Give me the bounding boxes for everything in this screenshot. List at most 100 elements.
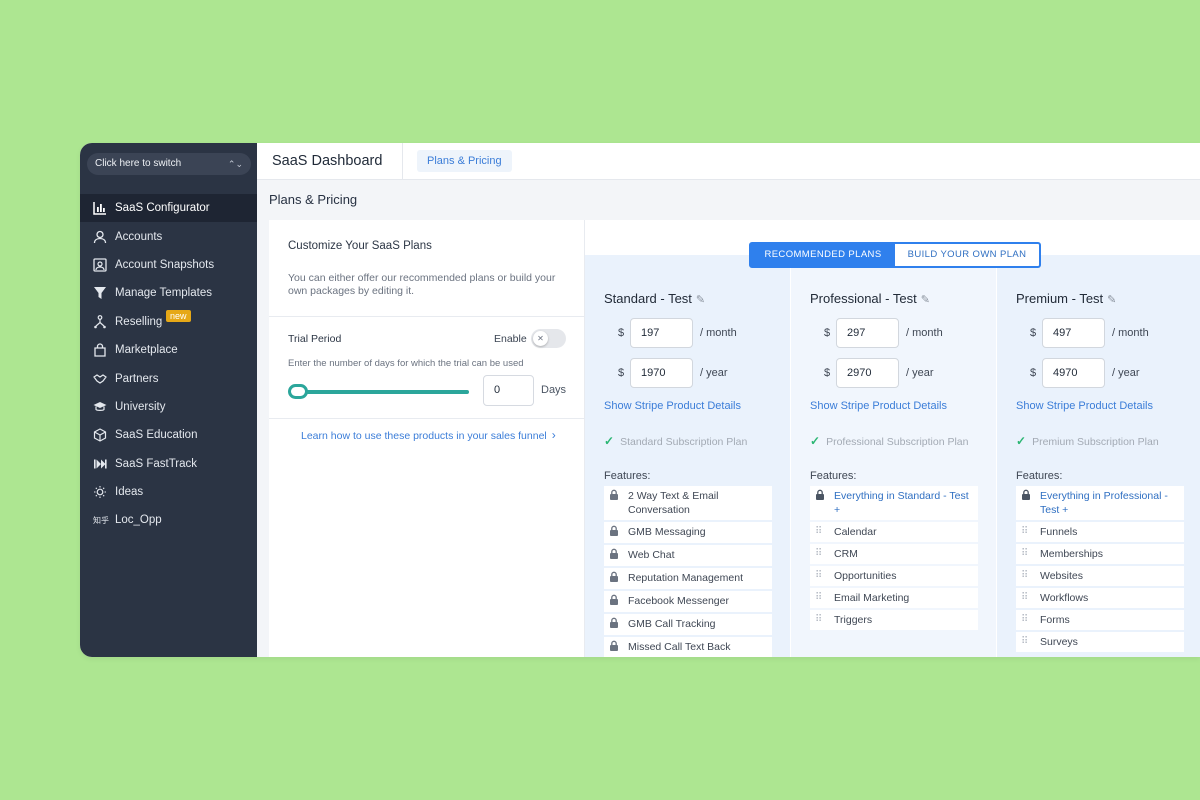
sidebar-item-partners[interactable]: Partners [80,364,257,392]
feature-item: Web Chat [604,545,772,566]
sidebar-item-label: SaaS Configurator [115,202,210,215]
sidebar-item-account-snapshots[interactable]: Account Snapshots [80,251,257,279]
sidebar-nav: SaaS Configurator Accounts Account Snaps… [80,194,257,535]
feature-item[interactable]: ⠿ Funnels [1016,522,1184,542]
yearly-price-input[interactable]: 2970 [836,358,899,388]
sidebar-item-manage-templates[interactable]: Manage Templates [80,279,257,307]
feature-item[interactable]: ⠿ Websites [1016,566,1184,586]
box-icon [92,427,108,443]
plan-name: Standard - Test ✎ [604,291,705,306]
sidebar-item-label: Manage Templates [115,287,212,300]
customize-description: You can either offer our recommended pla… [288,272,556,297]
plans-wrap: Standard - Test ✎ $ 197 / month $ 1970 / … [585,255,1200,657]
sidebar-item-marketplace[interactable]: Marketplace [80,336,257,364]
sidebar-item-saas-fasttrack[interactable]: SaaS FastTrack [80,450,257,478]
trial-days-input[interactable]: 0 [483,375,534,406]
currency-symbol: $ [618,367,625,379]
trial-enable-toggle[interactable]: ✕ [531,329,566,348]
drag-handle-icon[interactable]: ⠿ [815,547,829,561]
feature-label: 2 Way Text & Email Conversation [628,490,719,516]
feature-list: Everything in Professional - Test + ⠿ Fun… [1016,486,1184,654]
features-label: Features: [604,470,651,482]
learn-link[interactable]: Learn how to use these products in your … [301,428,556,442]
feature-item[interactable]: ⠿ Triggers [810,610,978,630]
currency-symbol: $ [824,367,831,379]
drag-handle-icon[interactable]: ⠿ [1021,591,1035,605]
feature-item[interactable]: ⠿ Surveys [1016,632,1184,652]
filter-icon [92,285,108,301]
show-stripe-details-link[interactable]: Show Stripe Product Details [1016,400,1153,412]
currency-symbol: $ [1030,367,1037,379]
days-label: Days [541,384,567,396]
drag-handle-icon[interactable]: ⠿ [815,613,829,627]
lock-icon [609,594,623,609]
lock-icon [609,489,623,517]
feature-label: Triggers [834,614,873,626]
pencil-icon[interactable]: ✎ [696,294,705,306]
sidebar-item-loc-opp[interactable]: 知乎 Loc_Opp [80,506,257,534]
yearly-price-input[interactable]: 1970 [630,358,693,388]
trial-slider-thumb[interactable] [288,384,308,399]
monthly-price-input[interactable]: 497 [1042,318,1105,348]
drag-handle-icon[interactable]: ⠿ [815,591,829,605]
sidebar-item-label: Accounts [115,230,163,243]
new-badge: new [166,309,191,322]
sidebar-item-accounts[interactable]: Accounts [80,222,257,250]
top-bar: SaaS Dashboard Plans & Pricing [257,143,1200,180]
pencil-icon[interactable]: ✎ [1107,294,1116,306]
trial-period-label: Trial Period [288,333,342,345]
drag-handle-icon[interactable]: ⠿ [815,525,829,539]
feature-item[interactable]: ⠿ Email Marketing [810,588,978,608]
feature-item[interactable]: ⠿ Workflows [1016,588,1184,608]
feature-item[interactable]: ⠿ Memberships [1016,544,1184,564]
graduation-cap-icon [92,399,108,415]
plan-name: Professional - Test ✎ [810,291,930,306]
sidebar-item-saas-education[interactable]: SaaS Education [80,421,257,449]
trial-slider-track[interactable] [291,390,469,394]
drag-handle-icon[interactable]: ⠿ [1021,635,1035,649]
drag-handle-icon[interactable]: ⠿ [1021,613,1035,627]
drag-handle-icon[interactable]: ⠿ [1021,525,1035,539]
lock-icon [1021,489,1035,517]
tab-plans-pricing[interactable]: Plans & Pricing [417,150,512,172]
sidebar-item-label: Marketplace [115,344,178,357]
sidebar-item-label: SaaS Education [115,429,198,442]
trial-hint: Enter the number of days for which the t… [288,358,524,369]
plan-column-standard: Standard - Test ✎ $ 197 / month $ 1970 / … [585,255,790,657]
learn-link-text: Learn how to use these products in your … [301,430,547,442]
sidebar-item-label: SaaS FastTrack [115,457,198,470]
per-month-label: / month [700,327,737,339]
monthly-price-input[interactable]: 297 [836,318,899,348]
snapshot-icon [92,257,108,273]
sidebar-item-label: Loc_Opp [115,514,162,527]
account-switcher[interactable]: Click here to switch ⌃⌄ [87,153,251,175]
sidebar-item-ideas[interactable]: Ideas [80,478,257,506]
feature-item: Everything in Professional - Test + [1016,486,1184,520]
sidebar-item-reselling[interactable]: Reselling new [80,308,257,336]
sidebar-item-saas-configurator[interactable]: SaaS Configurator [80,194,257,223]
lightbulb-icon [92,484,108,500]
feature-label: Everything in Standard - Test + [834,490,969,516]
network-icon [92,314,108,330]
feature-list: Everything in Standard - Test + ⠿ Calenda… [810,486,978,632]
drag-handle-icon[interactable]: ⠿ [815,569,829,583]
feature-item: Facebook Messenger [604,591,772,612]
pencil-icon[interactable]: ✎ [921,294,930,306]
drag-handle-icon[interactable]: ⠿ [1021,569,1035,583]
show-stripe-details-link[interactable]: Show Stripe Product Details [604,400,741,412]
show-stripe-details-link[interactable]: Show Stripe Product Details [810,400,947,412]
feature-label: Reputation Management [628,572,743,584]
recommended-plans-button[interactable]: RECOMMENDED PLANS [751,244,895,266]
feature-item[interactable]: ⠿ Forms [1016,610,1184,630]
check-icon: ✓ [604,434,615,448]
monthly-price-input[interactable]: 197 [630,318,693,348]
feature-item: Missed Call Text Back [604,637,772,657]
yearly-price-input[interactable]: 4970 [1042,358,1105,388]
feature-item[interactable]: ⠿ Opportunities [810,566,978,586]
feature-item[interactable]: ⠿ CRM [810,544,978,564]
build-own-plan-button[interactable]: BUILD YOUR OWN PLAN [895,244,1039,266]
plan-mode-toggle-overlay: RECOMMENDED PLANS BUILD YOUR OWN PLAN [749,242,1041,268]
sidebar-item-university[interactable]: University [80,393,257,421]
drag-handle-icon[interactable]: ⠿ [1021,547,1035,561]
feature-item[interactable]: ⠿ Calendar [810,522,978,542]
